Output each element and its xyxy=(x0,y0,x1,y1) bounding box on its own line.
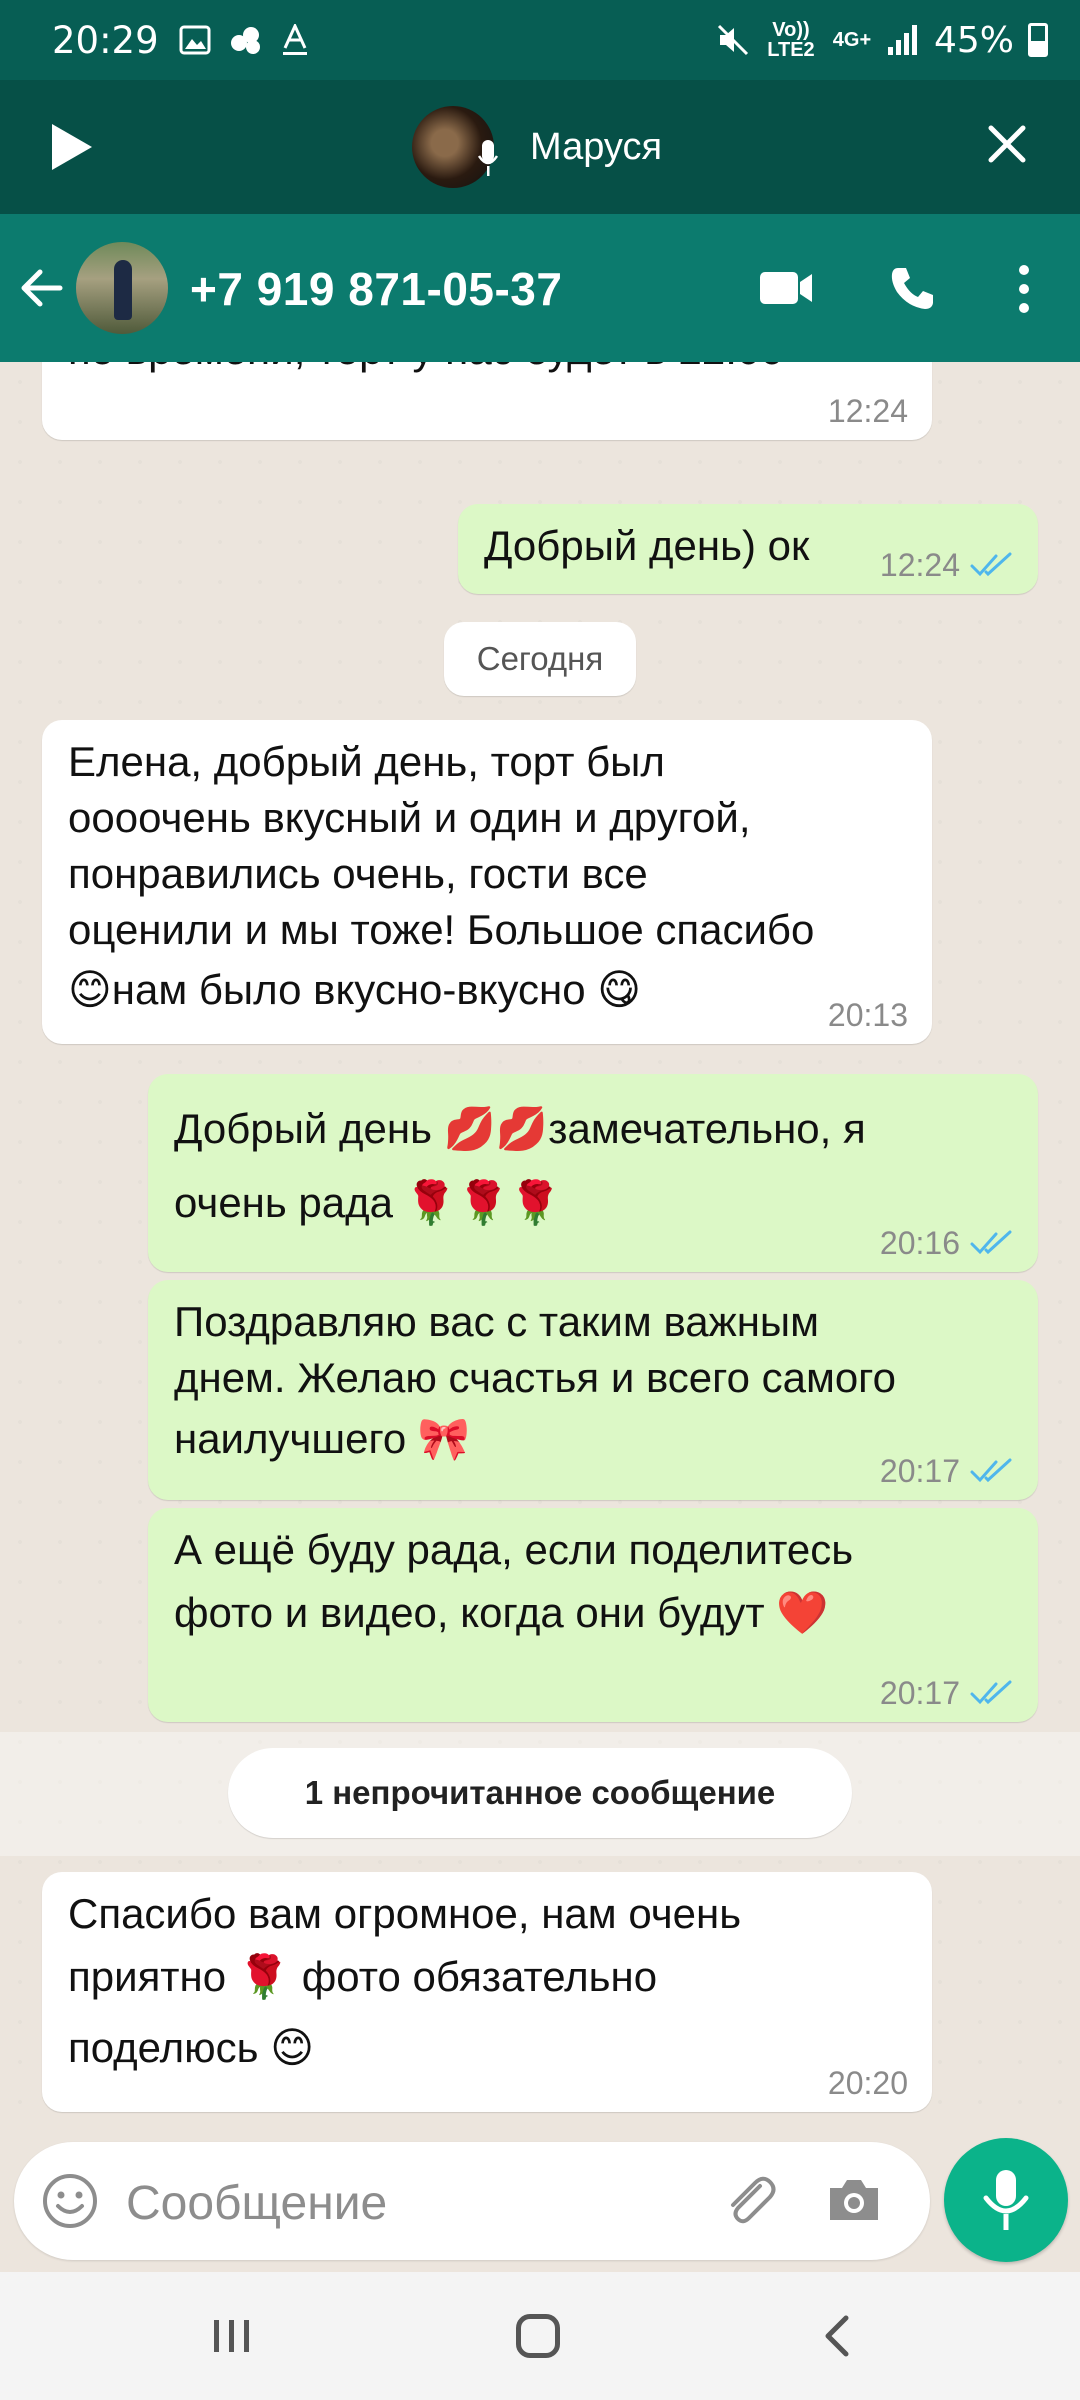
font-a-icon xyxy=(282,24,307,55)
message-time: 20:17 xyxy=(879,1675,960,1711)
close-icon[interactable] xyxy=(985,122,1029,166)
volte-label: Vo)) LTE2 xyxy=(767,19,815,61)
message-time: 20:20 xyxy=(827,2065,908,2101)
message-incoming[interactable]: Спасибо вам огромное, нам очень приятно … xyxy=(42,1872,932,2112)
message-time: 12:24 xyxy=(879,547,960,583)
notification-icons xyxy=(179,24,309,56)
signal-icon xyxy=(887,25,917,55)
message-outgoing[interactable]: Добрый день) ок 12:24 xyxy=(458,504,1038,594)
message-line: Елена, добрый день, торт был xyxy=(68,738,665,785)
read-ticks-icon xyxy=(970,552,1012,577)
message-time: 20:13 xyxy=(827,997,908,1033)
camera-icon[interactable] xyxy=(826,2176,882,2224)
message-text: по времени, торт у нас будет в 22.00 xyxy=(68,362,784,378)
voice-message-bar[interactable]: Маруся xyxy=(0,80,1080,214)
message-line: приятно 🌹 фото обязательно xyxy=(68,1953,658,2000)
network-label: 4G+ xyxy=(832,29,872,51)
message-line: днем. Желаю счастья и всего самого xyxy=(174,1354,896,1401)
message-time: 12:24 xyxy=(827,393,908,429)
message-line: Поздравляю вас с таким важным xyxy=(174,1298,819,1345)
mic-icon xyxy=(478,140,498,176)
message-input-bar[interactable]: Сообщение xyxy=(14,2142,930,2260)
message-input[interactable]: Сообщение xyxy=(126,2176,387,2231)
message-line: Добрый день 💋💋замечательно, я xyxy=(174,1105,866,1152)
message-text: Добрый день) ок xyxy=(484,522,810,569)
attach-icon[interactable] xyxy=(720,2172,780,2232)
message-meta: 20:17 xyxy=(880,1676,1014,1710)
nav-back-icon[interactable] xyxy=(822,2314,852,2358)
chat-header: +7 919 871-05-37 xyxy=(0,214,1080,362)
status-bar: 20:29 Vo)) LTE2 4G+ 45% xyxy=(0,0,1080,80)
contact-avatar[interactable] xyxy=(76,242,168,334)
video-call-icon[interactable] xyxy=(758,270,814,306)
message-line: 😊нам было вкусно-вкусно 😋 xyxy=(68,966,642,1013)
mute-icon xyxy=(717,24,749,56)
unread-divider: 1 непрочитанное сообщение xyxy=(228,1748,852,1838)
message-outgoing[interactable]: А ещё буду рада, если поделитесь фото и … xyxy=(148,1508,1038,1722)
message-line: понравились очень, гости все xyxy=(68,850,648,897)
voice-sender-name: Маруся xyxy=(530,126,663,168)
message-line: А ещё буду рада, если поделитесь xyxy=(174,1526,854,1573)
status-right: Vo)) LTE2 4G+ 45% xyxy=(716,20,1048,61)
system-nav-bar xyxy=(0,2272,1080,2400)
message-time: 20:17 xyxy=(879,1453,960,1489)
chat-area[interactable]: по времени, торт у нас будет в 22.00 12:… xyxy=(0,362,1080,2132)
battery-percent: 45% xyxy=(933,19,1014,61)
battery-icon xyxy=(1028,23,1048,57)
read-ticks-icon xyxy=(970,1230,1012,1255)
contact-name[interactable]: +7 919 871-05-37 xyxy=(190,262,562,316)
message-line: фото и видео, когда они будут ❤️ xyxy=(174,1589,829,1636)
more-options-icon[interactable] xyxy=(1010,264,1038,314)
status-time: 20:29 xyxy=(52,18,159,62)
emoji-icon[interactable] xyxy=(42,2173,98,2229)
message-outgoing[interactable]: Поздравляю вас с таким важным днем. Жела… xyxy=(148,1280,1038,1500)
message-outgoing[interactable]: Добрый день 💋💋замечательно, я очень рада… xyxy=(148,1074,1038,1272)
message-line: поделюсь 😊 xyxy=(68,2024,314,2071)
play-icon[interactable] xyxy=(52,124,92,170)
microphone-icon xyxy=(983,2170,1029,2230)
bubbles-icon xyxy=(230,27,260,54)
read-ticks-icon xyxy=(970,1458,1012,1483)
message-meta: 12:24 xyxy=(880,548,1014,582)
message-time: 20:16 xyxy=(879,1225,960,1261)
message-meta: 20:20 xyxy=(828,2066,908,2100)
message-meta: 20:17 xyxy=(880,1454,1014,1488)
message-incoming[interactable]: Елена, добрый день, торт был оооочень вк… xyxy=(42,720,932,1044)
back-arrow-icon[interactable] xyxy=(18,264,66,312)
message-meta: 12:24 xyxy=(828,394,908,428)
home-icon[interactable] xyxy=(516,2314,560,2358)
message-line: оценили и мы тоже! Большое спасибо xyxy=(68,906,815,953)
message-meta: 20:16 xyxy=(880,1226,1014,1260)
read-ticks-icon xyxy=(970,1680,1012,1705)
message-meta: 20:13 xyxy=(828,998,908,1032)
message-line: Спасибо вам огромное, нам очень xyxy=(68,1890,742,1937)
message-line: оооочень вкусный и один и другой, xyxy=(68,794,751,841)
voice-record-button[interactable] xyxy=(944,2138,1068,2262)
gallery-icon xyxy=(179,25,211,55)
message-incoming[interactable]: по времени, торт у нас будет в 22.00 12:… xyxy=(42,362,932,440)
recent-apps-icon[interactable] xyxy=(210,2316,254,2356)
phone-call-icon[interactable] xyxy=(888,264,936,312)
date-divider: Сегодня xyxy=(444,622,636,696)
